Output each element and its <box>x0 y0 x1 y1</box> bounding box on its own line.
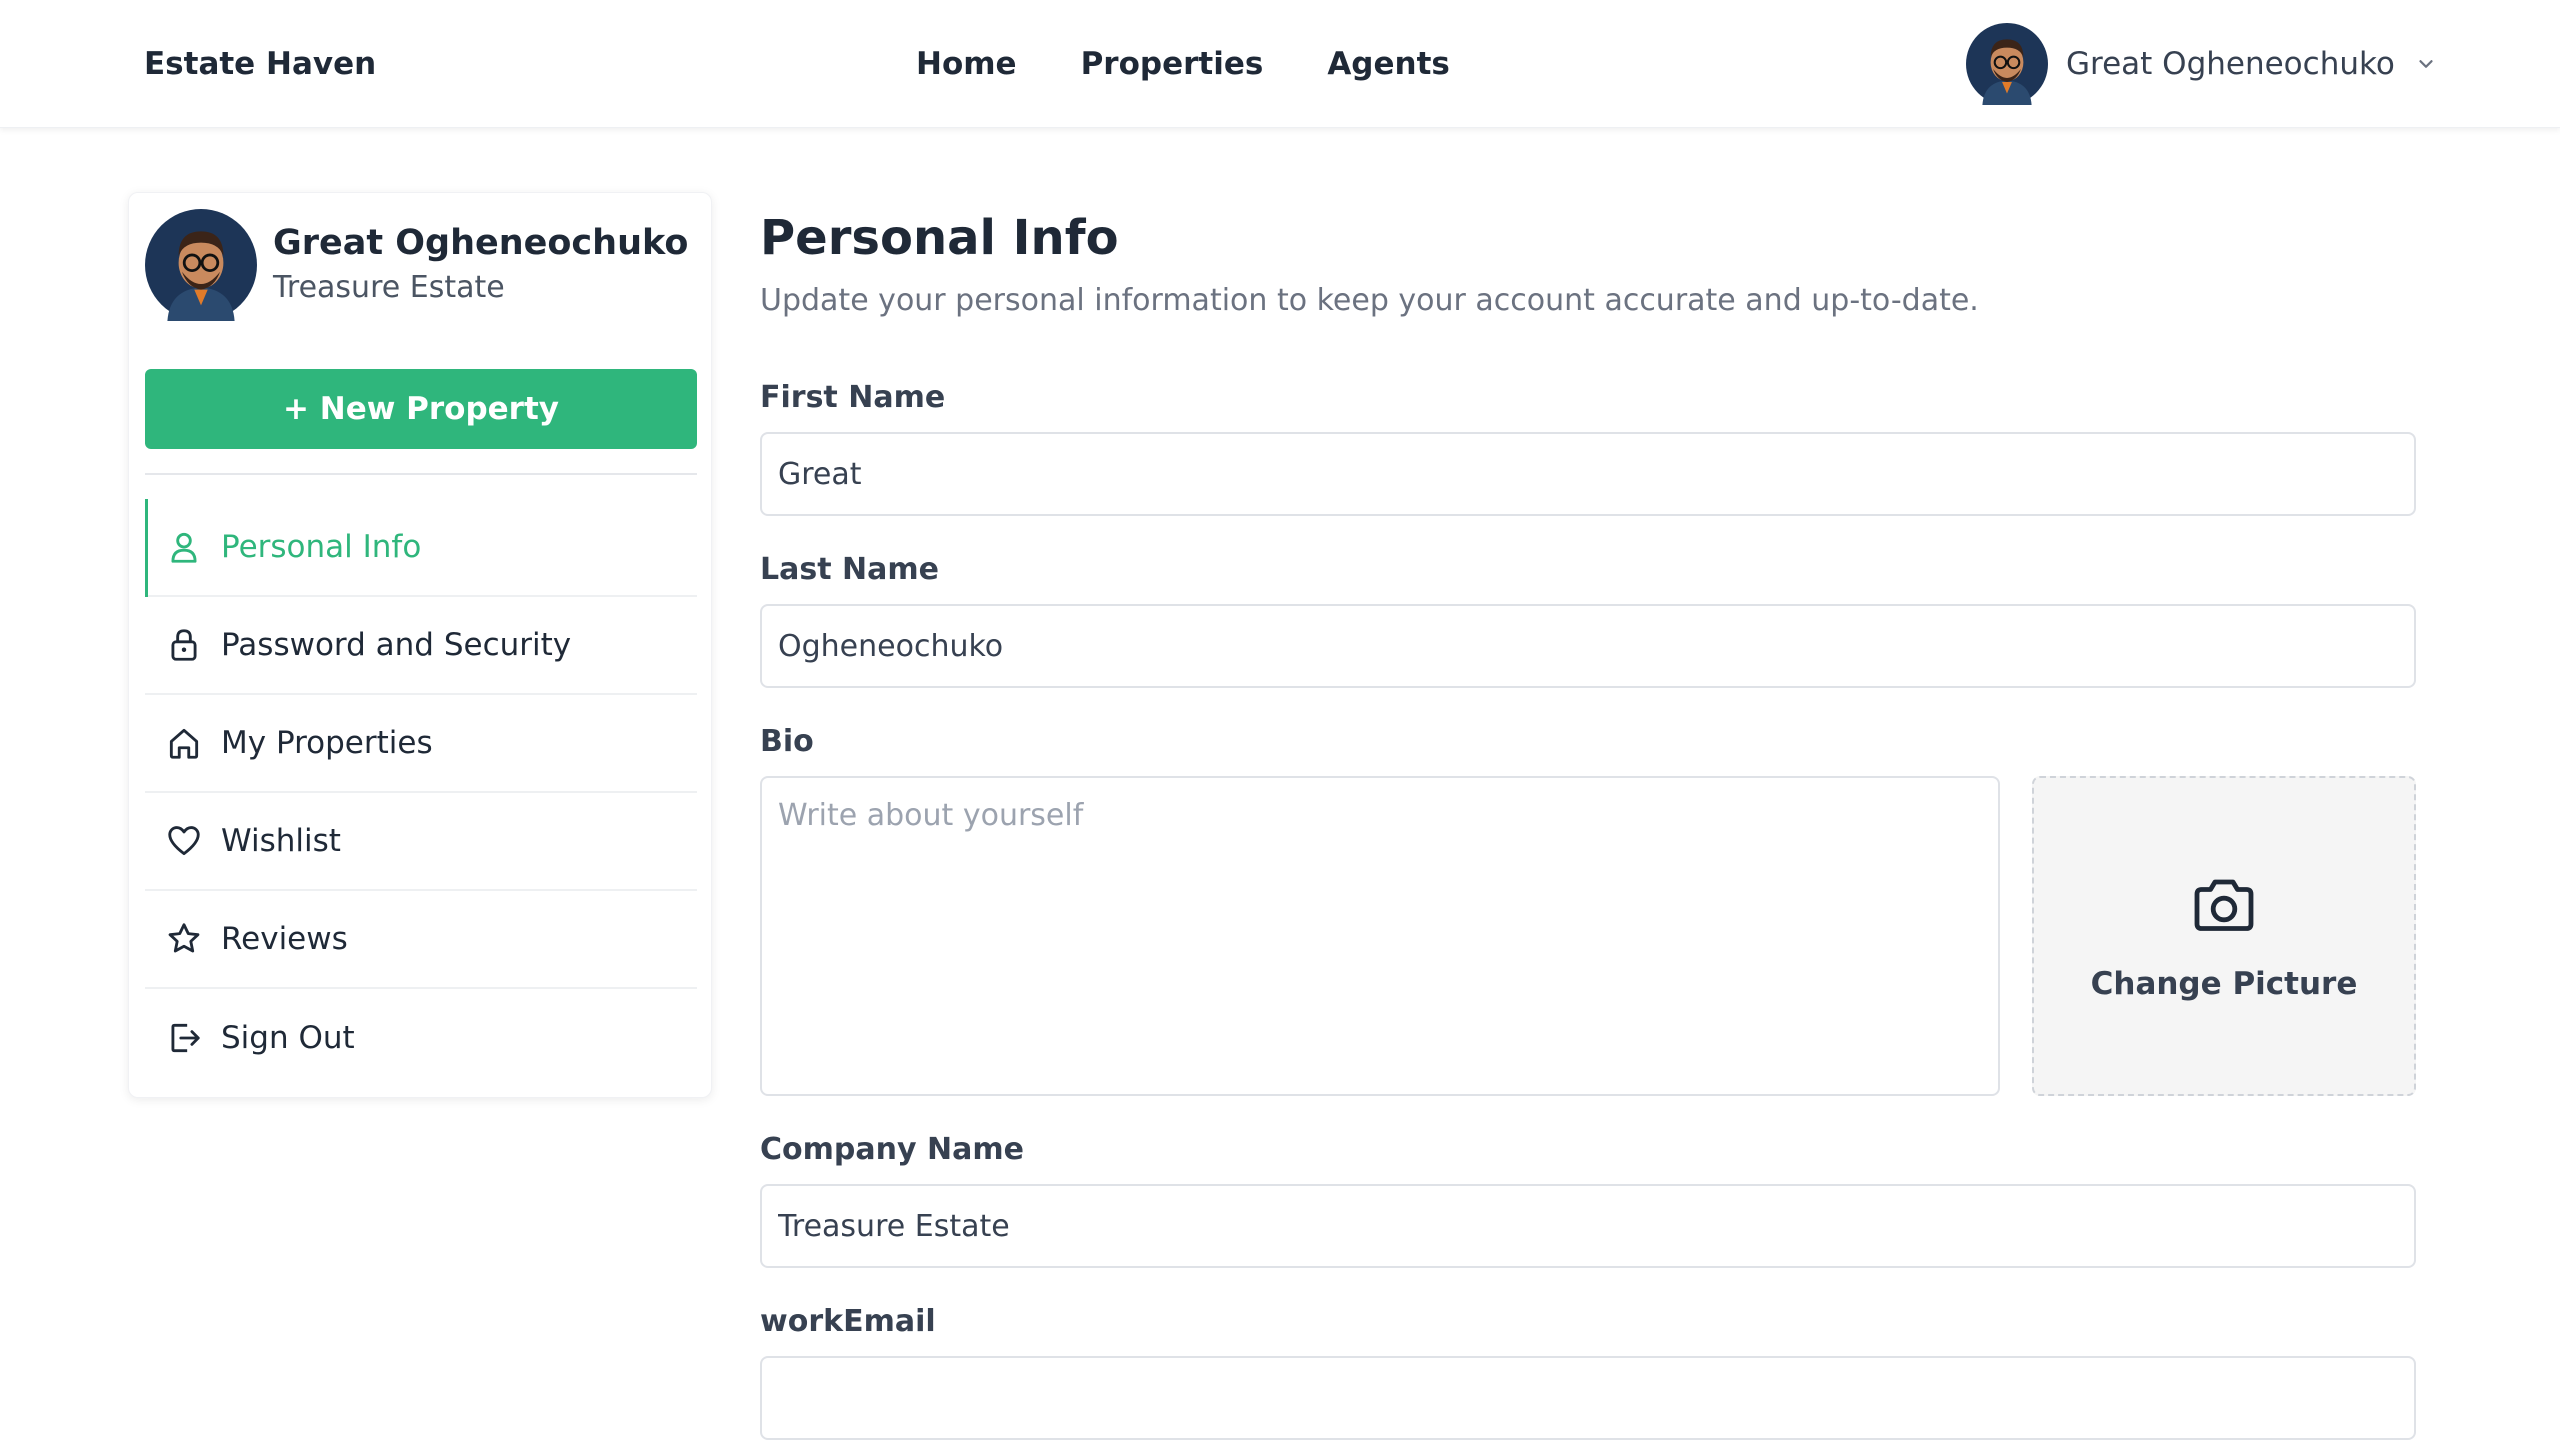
last-name-input[interactable] <box>760 604 2416 688</box>
sidebar-item-password-security[interactable]: Password and Security <box>145 597 697 695</box>
change-picture-button[interactable]: Change Picture <box>2032 776 2416 1096</box>
first-name-input[interactable] <box>760 432 2416 516</box>
sidebar-item-reviews[interactable]: Reviews <box>145 891 697 989</box>
work-email-input[interactable] <box>760 1356 2416 1440</box>
profile-company: Treasure Estate <box>273 270 505 305</box>
star-icon <box>168 923 200 953</box>
sidebar-item-label: Password and Security <box>221 627 572 663</box>
sidebar-divider <box>145 473 697 475</box>
user-icon <box>171 532 197 563</box>
new-property-button[interactable]: + New Property <box>145 369 697 449</box>
nav-agents-link[interactable]: Agents <box>1327 40 1450 88</box>
camera-icon <box>2194 879 2254 931</box>
account-sidebar: Great Ogheneochuko Treasure Estate + New… <box>128 192 712 1098</box>
lock-icon <box>171 629 197 661</box>
sidebar-item-wishlist[interactable]: Wishlist <box>145 793 697 891</box>
user-menu[interactable]: Great Ogheneochuko <box>1966 22 2437 106</box>
sidebar-item-label: Reviews <box>221 921 348 957</box>
sidebar-item-sign-out[interactable]: Sign Out <box>145 989 697 1087</box>
sidebar-item-label: Personal Info <box>221 529 422 565</box>
chevron-down-icon <box>2419 60 2433 68</box>
sidebar-menu: Personal Info Password and Security My P… <box>145 499 697 1087</box>
company-name-input[interactable] <box>760 1184 2416 1268</box>
bio-textarea[interactable] <box>760 776 2000 1096</box>
main-nav: Home Properties Agents <box>916 40 1514 88</box>
brand-logo[interactable]: Estate Haven <box>144 40 376 88</box>
change-picture-label: Change Picture <box>2090 966 2358 1002</box>
page-title: Personal Info <box>760 210 1119 266</box>
sign-out-icon <box>171 1023 200 1053</box>
page-subtitle: Update your personal information to keep… <box>760 283 1979 318</box>
profile-summary: Great Ogheneochuko Treasure Estate <box>145 209 688 321</box>
sidebar-item-label: My Properties <box>221 725 433 761</box>
user-name: Great Ogheneochuko <box>2066 46 2395 82</box>
profile-avatar-icon <box>145 209 257 321</box>
home-icon <box>169 728 199 759</box>
user-avatar-icon <box>1966 23 2048 105</box>
nav-home-link[interactable]: Home <box>916 40 1017 88</box>
sidebar-item-label: Sign Out <box>221 1020 355 1056</box>
profile-name: Great Ogheneochuko <box>273 223 689 263</box>
sidebar-item-personal-info[interactable]: Personal Info <box>145 499 697 597</box>
nav-properties-link[interactable]: Properties <box>1081 40 1264 88</box>
company-name-label: Company Name <box>760 1132 1024 1167</box>
sidebar-item-label: Wishlist <box>221 823 341 859</box>
sidebar-item-my-properties[interactable]: My Properties <box>145 695 697 793</box>
first-name-label: First Name <box>760 380 946 415</box>
work-email-label: workEmail <box>760 1304 936 1339</box>
bio-label: Bio <box>760 724 814 759</box>
heart-icon <box>168 826 200 856</box>
top-navbar: Estate Haven Home Properties Agents Grea… <box>0 0 2560 128</box>
last-name-label: Last Name <box>760 552 939 587</box>
